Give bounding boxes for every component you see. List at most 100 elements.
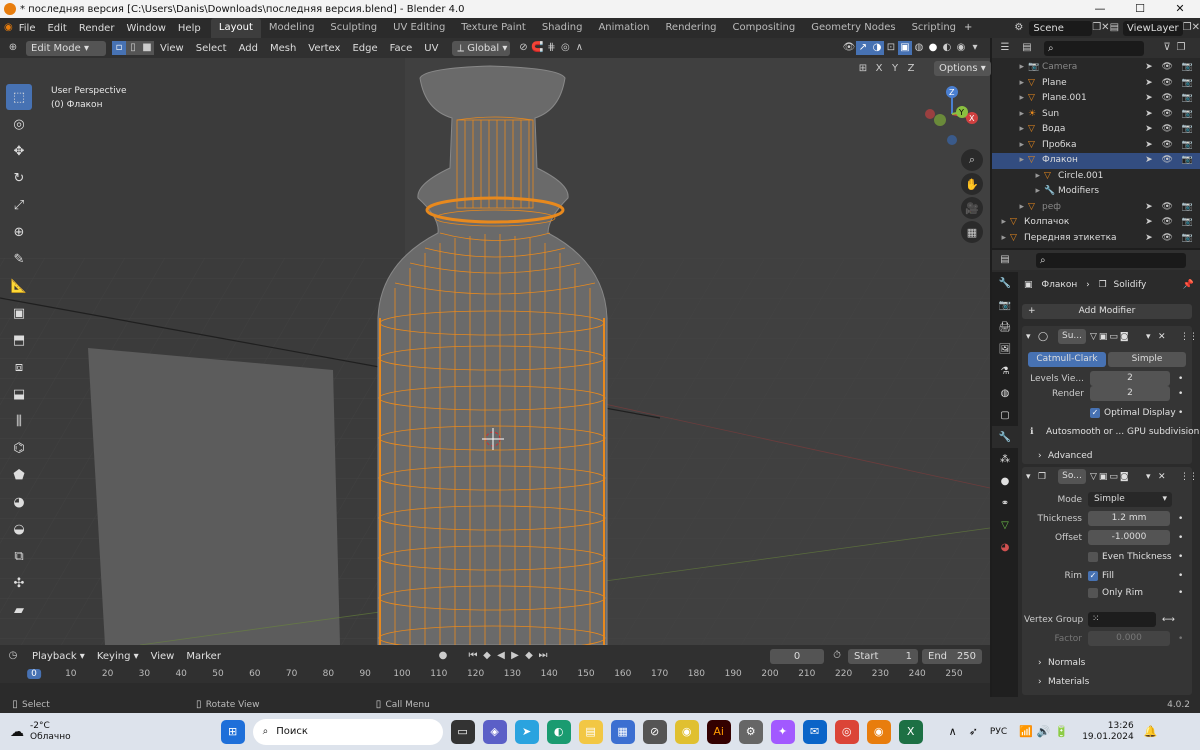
scene-icon[interactable]: ⚙: [1014, 21, 1023, 35]
thickness-field[interactable]: 1.2 mm: [1088, 511, 1170, 526]
shading-options-icon[interactable]: ▾: [968, 41, 982, 55]
mesh-overlay-icon[interactable]: ⊡: [884, 41, 898, 55]
outliner-row[interactable]: ▸ ▽ Plane.001 ➤ 👁 📷: [992, 91, 1200, 107]
even-keyframe-icon[interactable]: •: [1178, 549, 1183, 565]
jump-start-icon[interactable]: ⏮: [466, 649, 480, 663]
menu-edit[interactable]: Edit: [41, 23, 72, 34]
visibility-toggle-icons[interactable]: ➤ 👁 📷: [1145, 122, 1196, 138]
solidify-delete-icon[interactable]: ✕: [1158, 469, 1166, 485]
even-thickness-checkbox[interactable]: Even Thickness: [1088, 549, 1172, 565]
expand-arrow-icon[interactable]: ▸: [992, 138, 1028, 154]
visibility-toggle-icons[interactable]: ➤ 👁 📷: [1145, 153, 1196, 169]
menu-edge[interactable]: Edge: [346, 43, 383, 54]
network-volume-battery-icons[interactable]: 📶🔊🔋: [1019, 725, 1072, 738]
outliner-row[interactable]: ▸ 🔧 Modifiers: [992, 184, 1200, 200]
smooth-tool-icon[interactable]: ◒: [6, 516, 32, 542]
end-frame-field[interactable]: End 250: [922, 648, 982, 664]
visibility-toggle-icons[interactable]: ➤ 👁 📷: [1145, 231, 1196, 247]
tab-compositing[interactable]: Compositing: [725, 18, 804, 38]
remove-scene-icon[interactable]: ✕: [1101, 21, 1109, 35]
menu-view[interactable]: View: [154, 43, 190, 54]
outliner-row[interactable]: ▸ ☀ Sun ➤ 👁 📷: [992, 107, 1200, 123]
optimal-display-checkbox[interactable]: ✓ Optimal Display: [1090, 405, 1176, 421]
tab-animation[interactable]: Animation: [590, 18, 657, 38]
excel-icon[interactable]: X: [898, 719, 923, 744]
task-view-icon[interactable]: ▭: [450, 719, 475, 744]
camera-view-icon[interactable]: 🎥: [961, 197, 983, 219]
location-icon[interactable]: ➶: [969, 725, 978, 738]
outliner-row[interactable]: ▸ ▽ Вода ➤ 👁 📷: [992, 122, 1200, 138]
only-rim-keyframe-icon[interactable]: •: [1178, 585, 1183, 601]
weather-widget[interactable]: ☁ -2°C Облачно: [10, 721, 71, 743]
tab-geometry-nodes[interactable]: Geometry Nodes: [803, 18, 903, 38]
solidify-mode-dropdown[interactable]: Simple ▾: [1088, 492, 1172, 507]
properties-search-input[interactable]: ⌕: [1036, 252, 1186, 268]
timeline-editor-icon[interactable]: ◷: [6, 649, 20, 663]
measure-tool-icon[interactable]: 📐: [6, 273, 32, 299]
filter-icon[interactable]: ⊽: [1160, 41, 1174, 55]
display-mode-icon[interactable]: ▤: [1020, 41, 1034, 55]
cursor-tool-icon[interactable]: ◎: [6, 111, 32, 137]
viewlayer-field[interactable]: ViewLayer: [1123, 20, 1183, 36]
expand-arrow-icon[interactable]: ▸: [992, 91, 1028, 107]
output-tab-icon[interactable]: 🖨: [992, 316, 1018, 338]
outliner-row[interactable]: ▸ ▽ Circle.001: [992, 169, 1200, 185]
chrome-icon[interactable]: ◎: [834, 719, 859, 744]
normals-subpanel[interactable]: › Normals: [1024, 655, 1194, 671]
thickness-keyframe-icon[interactable]: •: [1178, 511, 1183, 527]
perspective-grid-icon[interactable]: ▦: [961, 221, 983, 243]
levels-viewport-field[interactable]: 2: [1090, 371, 1170, 386]
orientation-dropdown[interactable]: ⟂ Global ▾: [452, 40, 511, 56]
outliner-row[interactable]: ▸ ▽ Колпачок ➤ 👁 📷: [992, 215, 1200, 231]
physics-tab-icon[interactable]: ●: [992, 470, 1018, 492]
scene-tab-icon[interactable]: ⚗: [992, 360, 1018, 382]
menu-face[interactable]: Face: [384, 43, 419, 54]
visibility-toggle-icons[interactable]: ➤ 👁 📷: [1145, 138, 1196, 154]
rendered-shading-icon[interactable]: ◉: [954, 41, 968, 55]
editor-type-icon[interactable]: ⊕: [6, 41, 20, 55]
data-tab-icon[interactable]: ▽: [992, 514, 1018, 536]
outliner-row[interactable]: ▸ ▽ Флакон ➤ 👁 📷: [992, 153, 1200, 169]
keying-dropdown[interactable]: Keying ▾: [91, 651, 145, 662]
outliner-row[interactable]: ▸ ▽ Передняя этикетка ➤ 👁 📷: [992, 231, 1200, 247]
marker-menu[interactable]: Marker: [180, 651, 227, 662]
axis-y-toggle[interactable]: Y: [888, 62, 902, 76]
3d-viewport[interactable]: [0, 58, 990, 645]
tab-scripting[interactable]: Scripting: [904, 18, 964, 38]
subsurf-name-field[interactable]: Su...: [1058, 329, 1086, 344]
visibility-toggle-icons[interactable]: ➤ 👁 📷: [1145, 200, 1196, 216]
outliner-search-input[interactable]: ⌕: [1044, 40, 1144, 56]
tab-texture-paint[interactable]: Texture Paint: [453, 18, 534, 38]
add-cube-tool-icon[interactable]: ▣: [6, 300, 32, 326]
tab-shading[interactable]: Shading: [534, 18, 591, 38]
mode-dropdown[interactable]: Edit Mode ▾: [26, 40, 106, 56]
properties-editor-icon[interactable]: ▤: [998, 253, 1012, 267]
scene-field[interactable]: Scene: [1029, 20, 1093, 36]
blender-taskbar-icon[interactable]: ◉: [866, 719, 891, 744]
collapse-subsurf-icon[interactable]: ▾: [1026, 329, 1031, 345]
language-indicator[interactable]: РУС: [990, 727, 1007, 737]
viewlayer-icon[interactable]: ▤: [1110, 21, 1119, 35]
expand-arrow-icon[interactable]: ▸: [992, 169, 1044, 185]
start-frame-field[interactable]: Start 1: [848, 648, 918, 664]
offset-field[interactable]: -1.0000: [1088, 530, 1170, 545]
axis-z-toggle[interactable]: Z: [904, 62, 918, 76]
gizmo-toggle-icon[interactable]: ↗: [856, 41, 870, 55]
optimal-keyframe-icon[interactable]: •: [1178, 405, 1183, 421]
edge-browser-icon[interactable]: ◐: [546, 719, 571, 744]
expand-arrow-icon[interactable]: ▸: [992, 107, 1028, 123]
poly-build-tool-icon[interactable]: ⬟: [6, 462, 32, 488]
visibility-toggle-icons[interactable]: ➤ 👁 📷: [1145, 60, 1196, 76]
playback-dropdown[interactable]: Playback ▾: [26, 651, 91, 662]
settings-icon[interactable]: ⚙: [738, 719, 763, 744]
subsurf-drag-handle[interactable]: ⋮⋮: [1180, 329, 1198, 345]
visibility-toggle-icons[interactable]: ➤ 👁 📷: [1145, 107, 1196, 123]
maximize-button[interactable]: ☐: [1120, 0, 1160, 18]
snap-icon[interactable]: 🧲: [530, 41, 544, 55]
pivot-icon[interactable]: ⊘: [516, 41, 530, 55]
materials-subpanel[interactable]: › Materials: [1024, 674, 1194, 690]
edge-slide-tool-icon[interactable]: ⧉: [6, 543, 32, 569]
add-workspace-icon[interactable]: +: [964, 21, 972, 35]
visibility-toggle-icons[interactable]: ➤ 👁 📷: [1145, 215, 1196, 231]
illustrator-icon[interactable]: Ai: [706, 719, 731, 744]
